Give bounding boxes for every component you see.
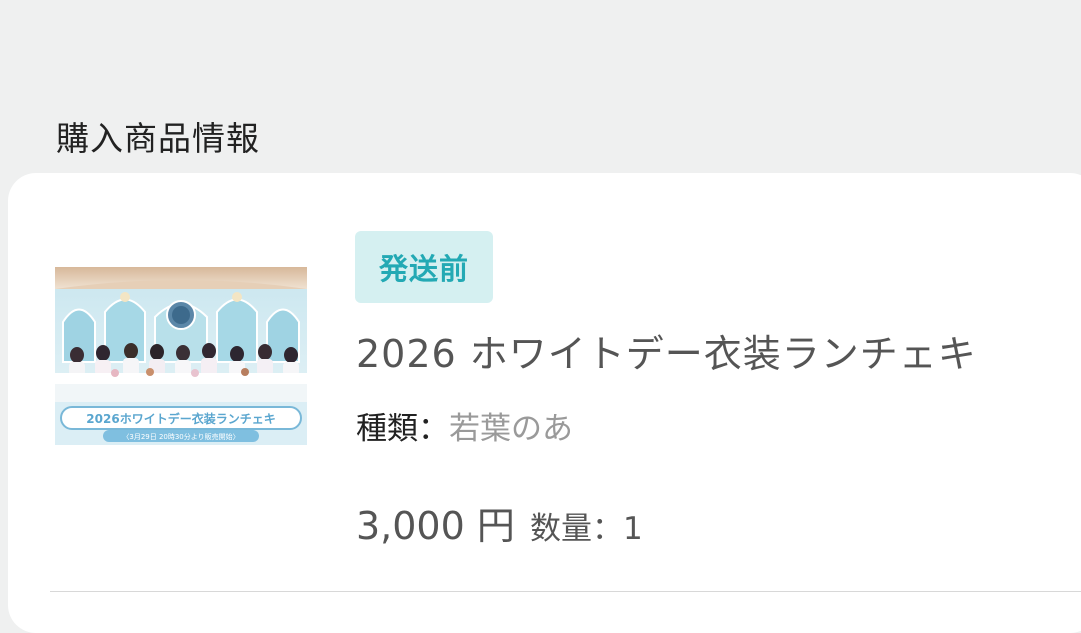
- price: 3,000 円: [356, 504, 515, 548]
- product-name[interactable]: 2026 ホワイトデー衣装ランチェキ: [356, 323, 977, 378]
- thumbnail-overlay-title: 2026ホワイトデー衣装ランチェキ: [86, 411, 275, 426]
- status-badge: 発送前: [355, 231, 493, 303]
- product-thumbnail[interactable]: 2026ホワイトデー衣装ランチェキ 〈3月29日 20時30分より販売開始〉: [55, 267, 307, 445]
- variant-value: 若葉のあ: [449, 411, 573, 447]
- price-row: 3,000 円 数量：1: [356, 495, 643, 550]
- thumbnail-overlay-subtitle: 〈3月29日 20時30分より販売開始〉: [122, 432, 239, 441]
- order-item-card: 2026ホワイトデー衣装ランチェキ 〈3月29日 20時30分より販売開始〉 発…: [8, 173, 1081, 633]
- quantity: 数量：1: [530, 511, 643, 547]
- quantity-value: 1: [622, 511, 643, 547]
- quantity-label: 数量：: [529, 511, 623, 547]
- variant-row: 種類：若葉のあ: [356, 403, 573, 448]
- variant-label: 種類：: [356, 411, 449, 447]
- divider: [50, 591, 1081, 592]
- product-thumbnail-image: 2026ホワイトデー衣装ランチェキ 〈3月29日 20時30分より販売開始〉: [55, 267, 307, 445]
- section-title: 購入商品情報: [56, 119, 260, 158]
